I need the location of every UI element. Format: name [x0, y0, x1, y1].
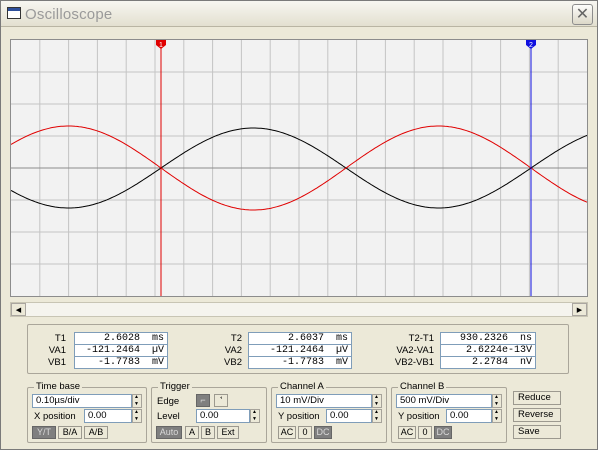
save-button[interactable]: Save	[513, 425, 561, 439]
trigger-level-field[interactable]: 0.00	[196, 409, 250, 423]
timebase-xpos-field[interactable]: 0.00	[84, 409, 132, 423]
mode-ba-button[interactable]: B/A	[58, 426, 82, 439]
channel-a-dc-button[interactable]: DC	[314, 426, 332, 439]
trigger-b-button[interactable]: B	[201, 426, 215, 439]
trigger-a-button[interactable]: A	[185, 426, 199, 439]
channel-a-title: Channel A	[278, 381, 326, 392]
oscilloscope-window: Oscilloscope ✕ 12 ◀ ▶ T1 2.6028 ms VA1 -…	[0, 0, 598, 450]
trigger-level-spinner[interactable]	[250, 409, 260, 423]
channel-a-gnd-button[interactable]: 0	[298, 426, 312, 439]
va2-label: VA2	[224, 345, 242, 356]
vb2-label: VB2	[224, 357, 242, 368]
channel-b-dc-button[interactable]: DC	[434, 426, 452, 439]
cursor-1-label: 1	[159, 42, 163, 49]
title-bar[interactable]: Oscilloscope ✕	[1, 1, 597, 27]
reduce-button[interactable]: Reduce	[513, 391, 561, 405]
channel-b-ypos-spinner[interactable]	[492, 409, 502, 423]
cursor-2-label: 2	[529, 42, 533, 49]
vb2-value: -1.7783 mV	[248, 356, 352, 369]
close-button[interactable]: ✕	[572, 4, 593, 25]
channel-b-title: Channel B	[398, 381, 447, 392]
dt-label: T2-T1	[408, 333, 434, 344]
channel-a-ypos-label: Y position	[278, 411, 320, 422]
scroll-left-arrow-icon[interactable]: ◀	[11, 303, 26, 316]
timebase-scale-field[interactable]: 0.10µs/div	[32, 394, 132, 408]
timebase-scale-spinner[interactable]	[132, 394, 142, 408]
vb1-value: -1.7783 mV	[74, 356, 168, 369]
window-title: Oscilloscope	[25, 6, 113, 23]
t2-label: T2	[230, 333, 242, 344]
dvb-label: VB2-VB1	[394, 357, 434, 368]
scope-grid: 12	[11, 40, 587, 296]
channel-b-group: Channel B 500 mV/Div Y position 0.00 AC …	[391, 381, 507, 443]
scope-display: 12	[10, 39, 588, 297]
channel-a-scale-field[interactable]: 10 mV/Div	[276, 394, 372, 408]
dva-label: VA2-VA1	[396, 345, 434, 356]
timebase-title: Time base	[34, 381, 82, 392]
t1-label: T1	[54, 333, 66, 344]
trigger-group: Trigger Edge ⌐ ꜗ Level 0.00 Auto A B Ext	[151, 381, 267, 443]
mode-ab-button[interactable]: A/B	[84, 426, 108, 439]
reverse-button[interactable]: Reverse	[513, 408, 561, 422]
channel-a-group: Channel A 10 mV/Div Y position 0.00 AC 0…	[271, 381, 387, 443]
trigger-auto-button[interactable]: Auto	[156, 426, 182, 439]
trigger-edge-label: Edge	[157, 396, 180, 407]
scroll-right-arrow-icon[interactable]: ▶	[572, 303, 587, 316]
channel-b-ypos-label: Y position	[398, 411, 440, 422]
trigger-title: Trigger	[158, 381, 192, 392]
channel-b-scale-spinner[interactable]	[492, 394, 502, 408]
rising-edge-icon[interactable]: ⌐	[196, 394, 210, 407]
timebase-xpos-spinner[interactable]	[132, 409, 142, 423]
timebase-group: Time base 0.10µs/div X position 0.00 Y/T…	[27, 381, 147, 443]
channel-a-ac-button[interactable]: AC	[278, 426, 296, 439]
window-app-icon	[7, 7, 21, 19]
timebase-xpos-label: X position	[34, 411, 76, 422]
channel-b-ypos-field[interactable]: 0.00	[446, 409, 492, 423]
vb1-label: VB1	[48, 357, 66, 368]
horizontal-scrollbar[interactable]: ◀ ▶	[10, 302, 588, 317]
channel-a-ypos-spinner[interactable]	[372, 409, 382, 423]
channel-a-scale-spinner[interactable]	[372, 394, 382, 408]
trigger-level-label: Level	[157, 411, 180, 422]
channel-a-ypos-field[interactable]: 0.00	[326, 409, 372, 423]
mode-yt-button[interactable]: Y/T	[32, 426, 56, 439]
trigger-ext-button[interactable]: Ext	[217, 426, 239, 439]
channel-b-scale-field[interactable]: 500 mV/Div	[396, 394, 492, 408]
channel-b-ac-button[interactable]: AC	[398, 426, 416, 439]
dvb-value: 2.2784 nV	[440, 356, 536, 369]
va1-label: VA1	[48, 345, 66, 356]
channel-b-gnd-button[interactable]: 0	[418, 426, 432, 439]
falling-edge-icon[interactable]: ꜗ	[214, 394, 228, 407]
readout-panel: T1 2.6028 ms VA1 -121.2464 µV VB1 -1.778…	[27, 324, 569, 374]
